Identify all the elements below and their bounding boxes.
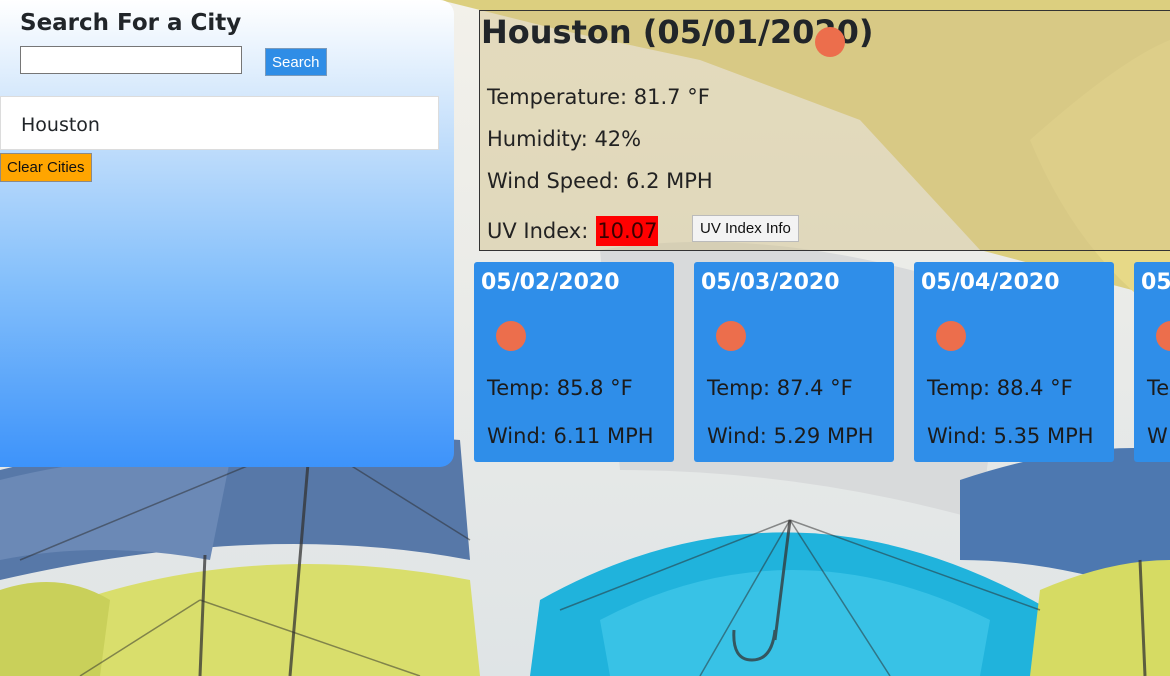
uv-index-info-button[interactable]: UV Index Info <box>692 215 799 242</box>
current-weather-panel: Houston (05/01/2020) Temperature: 81.7 °… <box>479 10 1170 251</box>
forecast-date: 05/03/2020 <box>701 270 840 295</box>
forecast-wind: Wind: 5.35 MPH <box>927 424 1094 448</box>
forecast-date: 05/02/2020 <box>481 270 620 295</box>
forecast-card: 05/02/2020 Temp: 85.8 °F Wind: 6.11 MPH <box>474 262 674 462</box>
weather-icon <box>1156 321 1170 351</box>
forecast-date: 05/ <box>1141 270 1170 295</box>
forecast-temperature: Temp: 85.8 °F <box>487 376 633 400</box>
forecast-card-partial: 05/ Te W <box>1134 262 1170 462</box>
current-humidity: Humidity: 42% <box>487 127 642 151</box>
current-wind-speed: Wind Speed: 6.2 MPH <box>487 169 713 193</box>
current-temperature: Temperature: 81.7 °F <box>487 85 710 109</box>
forecast-card: 05/04/2020 Temp: 88.4 °F Wind: 5.35 MPH <box>914 262 1114 462</box>
forecast-wind: Wind: 5.29 MPH <box>707 424 874 448</box>
forecast-temperature: Temp: 87.4 °F <box>707 376 853 400</box>
forecast-temperature: Te <box>1147 376 1170 400</box>
weather-icon <box>815 27 845 57</box>
forecast-temperature: Temp: 88.4 °F <box>927 376 1073 400</box>
clear-cities-button[interactable]: Clear Cities <box>0 153 92 182</box>
search-button[interactable]: Search <box>265 48 327 76</box>
five-day-forecast: 05/02/2020 Temp: 85.8 °F Wind: 6.11 MPH … <box>474 262 1170 462</box>
weather-icon <box>936 321 966 351</box>
current-uv-index: UV Index: 10.07 <box>487 216 659 246</box>
uv-index-label: UV Index: <box>487 219 589 243</box>
forecast-card: 05/03/2020 Temp: 87.4 °F Wind: 5.29 MPH <box>694 262 894 462</box>
sidebar-title: Search For a City <box>20 10 242 36</box>
city-list-item-houston[interactable]: Houston <box>0 96 439 150</box>
city-search-input[interactable] <box>20 46 242 74</box>
weather-icon <box>716 321 746 351</box>
weather-icon <box>496 321 526 351</box>
uv-index-badge: 10.07 <box>596 216 659 246</box>
search-sidebar: Search For a City Search Houston Clear C… <box>0 0 454 467</box>
forecast-date: 05/04/2020 <box>921 270 1060 295</box>
saved-city-list: Houston <box>0 96 439 150</box>
forecast-wind: Wind: 6.11 MPH <box>487 424 654 448</box>
forecast-wind: W <box>1147 424 1168 448</box>
